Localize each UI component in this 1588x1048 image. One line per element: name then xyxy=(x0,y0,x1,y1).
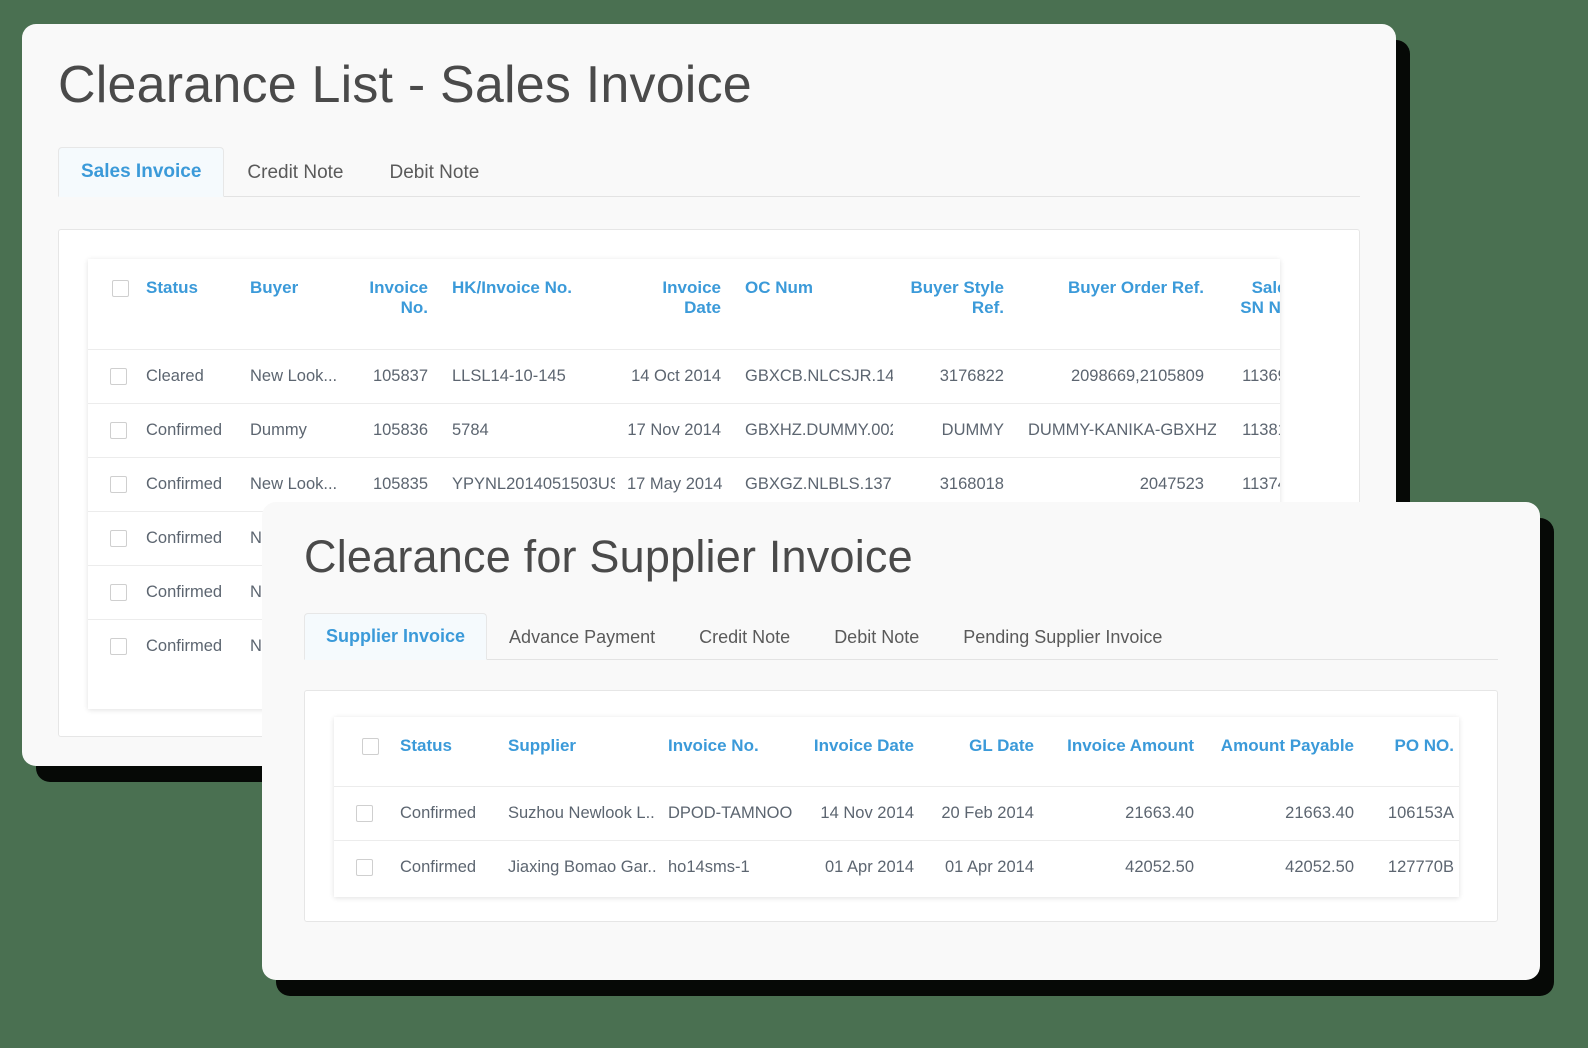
cell-oc-num: GBXHZ.DUMMY.002.1.. xyxy=(733,403,893,457)
select-all-header xyxy=(334,717,388,787)
cell-invoice-amount: 42052.50 xyxy=(1046,840,1206,894)
tab-pending-supplier-invoice[interactable]: Pending Supplier Invoice xyxy=(941,614,1184,660)
row-select-cell xyxy=(88,403,134,457)
cell-status: Confirmed xyxy=(134,511,238,565)
column-header-buyer-style-ref[interactable]: Buyer Style Ref. xyxy=(893,259,1016,349)
cell-status: Cleared xyxy=(134,349,238,403)
cell-gl-date: 20 Feb 2014 xyxy=(926,786,1046,840)
select-all-checkbox[interactable] xyxy=(112,280,129,297)
cell-buyer: New Look... xyxy=(238,349,338,403)
column-header-invoice-date[interactable]: Invoice Date xyxy=(615,259,733,349)
column-header-sales-sn-no[interactable]: Sales SN No. xyxy=(1216,259,1280,349)
supplier-tabbar: Supplier Invoice Advance Payment Credit … xyxy=(304,612,1498,660)
select-all-header xyxy=(88,259,134,349)
row-checkbox[interactable] xyxy=(110,638,127,655)
cell-sales-sn-no: 113812 xyxy=(1216,403,1280,457)
tab-credit-note[interactable]: Credit Note xyxy=(224,148,366,197)
tab-supplier-invoice[interactable]: Supplier Invoice xyxy=(304,613,487,660)
column-header-po-no[interactable]: PO NO. xyxy=(1366,717,1459,787)
column-header-invoice-no[interactable]: Invoice No. xyxy=(338,259,440,349)
cell-status: Confirmed xyxy=(134,565,238,619)
table-row[interactable]: Cleared New Look... 105837 LLSL14-10-145… xyxy=(88,349,1280,403)
column-header-oc-num[interactable]: OC Num xyxy=(733,259,893,349)
table-row[interactable]: Confirmed Dummy 105836 5784 17 Nov 2014 … xyxy=(88,403,1280,457)
column-header-invoice-no[interactable]: Invoice No. xyxy=(656,717,796,787)
cell-invoice-amount: 21663.40 xyxy=(1046,786,1206,840)
tab-debit-note[interactable]: Debit Note xyxy=(812,614,941,660)
column-header-status[interactable]: Status xyxy=(134,259,238,349)
cell-invoice-no: DPOD-TAMNOO xyxy=(656,786,796,840)
row-select-cell xyxy=(334,840,388,894)
cell-buyer-style-ref: DUMMY xyxy=(893,403,1016,457)
row-select-cell xyxy=(88,565,134,619)
row-checkbox[interactable] xyxy=(110,368,127,385)
row-checkbox[interactable] xyxy=(110,476,127,493)
tab-credit-note[interactable]: Credit Note xyxy=(677,614,812,660)
sales-table-header-row: Status Buyer Invoice No. HK/Invoice No. … xyxy=(88,259,1280,349)
cell-buyer-style-ref: 3176822 xyxy=(893,349,1016,403)
cell-buyer-order-ref: DUMMY-KANIKA-GBXHZ xyxy=(1016,403,1216,457)
cell-invoice-no: 105837 xyxy=(338,349,440,403)
supplier-panel: Status Supplier Invoice No. Invoice Date… xyxy=(304,690,1498,922)
cell-supplier: Suzhou Newlook L.. xyxy=(496,786,656,840)
cell-hk-invoice-no: LLSL14-10-145 xyxy=(440,349,615,403)
supplier-table-body: Confirmed Suzhou Newlook L.. DPOD-TAMNOO… xyxy=(334,786,1459,894)
cell-invoice-date: 01 Apr 2014 xyxy=(796,840,926,894)
supplier-invoice-window: Clearance for Supplier Invoice Supplier … xyxy=(262,502,1540,980)
supplier-table-header-row: Status Supplier Invoice No. Invoice Date… xyxy=(334,717,1459,787)
cell-oc-num: GBXCB.NLCSJR.1473.1.. xyxy=(733,349,893,403)
cell-po-no: 127770B xyxy=(1366,840,1459,894)
cell-gl-date: 01 Apr 2014 xyxy=(926,840,1046,894)
page-title: Clearance List - Sales Invoice xyxy=(22,24,1396,117)
cell-status: Confirmed xyxy=(388,840,496,894)
cell-buyer-order-ref: 2098669,2105809 xyxy=(1016,349,1216,403)
row-checkbox[interactable] xyxy=(356,805,373,822)
tab-advance-payment[interactable]: Advance Payment xyxy=(487,614,677,660)
column-header-hk-invoice-no[interactable]: HK/Invoice No. xyxy=(440,259,615,349)
cell-invoice-no: 105836 xyxy=(338,403,440,457)
cell-hk-invoice-no: 5784 xyxy=(440,403,615,457)
column-header-invoice-date[interactable]: Invoice Date xyxy=(796,717,926,787)
cell-invoice-date: 14 Oct 2014 xyxy=(615,349,733,403)
column-header-buyer-order-ref[interactable]: Buyer Order Ref. xyxy=(1016,259,1216,349)
cell-amount-payable: 42052.50 xyxy=(1206,840,1366,894)
cell-invoice-date: 14 Nov 2014 xyxy=(796,786,926,840)
tab-debit-note[interactable]: Debit Note xyxy=(367,148,503,197)
select-all-checkbox[interactable] xyxy=(362,738,379,755)
row-checkbox[interactable] xyxy=(110,584,127,601)
row-select-cell xyxy=(88,349,134,403)
table-row[interactable]: Confirmed Suzhou Newlook L.. DPOD-TAMNOO… xyxy=(334,786,1459,840)
cell-invoice-date: 17 Nov 2014 xyxy=(615,403,733,457)
column-header-amount-payable[interactable]: Amount Payable xyxy=(1206,717,1366,787)
cell-status: Confirmed xyxy=(134,619,238,673)
row-checkbox[interactable] xyxy=(356,859,373,876)
cell-buyer: Dummy xyxy=(238,403,338,457)
column-header-status[interactable]: Status xyxy=(388,717,496,787)
cell-amount-payable: 21663.40 xyxy=(1206,786,1366,840)
cell-status: Confirmed xyxy=(134,457,238,511)
row-select-cell xyxy=(334,786,388,840)
cell-invoice-no: ho14sms-1 xyxy=(656,840,796,894)
column-header-gl-date[interactable]: GL Date xyxy=(926,717,1046,787)
cell-supplier: Jiaxing Bomao Gar.. xyxy=(496,840,656,894)
row-select-cell xyxy=(88,511,134,565)
supplier-invoice-table: Status Supplier Invoice No. Invoice Date… xyxy=(334,717,1459,894)
supplier-table-card: Status Supplier Invoice No. Invoice Date… xyxy=(334,717,1459,897)
column-header-supplier[interactable]: Supplier xyxy=(496,717,656,787)
cell-status: Confirmed xyxy=(388,786,496,840)
column-header-invoice-amount[interactable]: Invoice Amount xyxy=(1046,717,1206,787)
cell-sales-sn-no: 113695 xyxy=(1216,349,1280,403)
column-header-buyer[interactable]: Buyer xyxy=(238,259,338,349)
sales-tabbar: Sales Invoice Credit Note Debit Note xyxy=(58,146,1360,197)
cell-status: Confirmed xyxy=(134,403,238,457)
row-select-cell xyxy=(88,457,134,511)
row-select-cell xyxy=(88,619,134,673)
row-checkbox[interactable] xyxy=(110,530,127,547)
tab-sales-invoice[interactable]: Sales Invoice xyxy=(58,147,224,197)
cell-po-no: 106153A xyxy=(1366,786,1459,840)
page-title: Clearance for Supplier Invoice xyxy=(262,502,1540,585)
row-checkbox[interactable] xyxy=(110,422,127,439)
table-row[interactable]: Confirmed Jiaxing Bomao Gar.. ho14sms-1 … xyxy=(334,840,1459,894)
